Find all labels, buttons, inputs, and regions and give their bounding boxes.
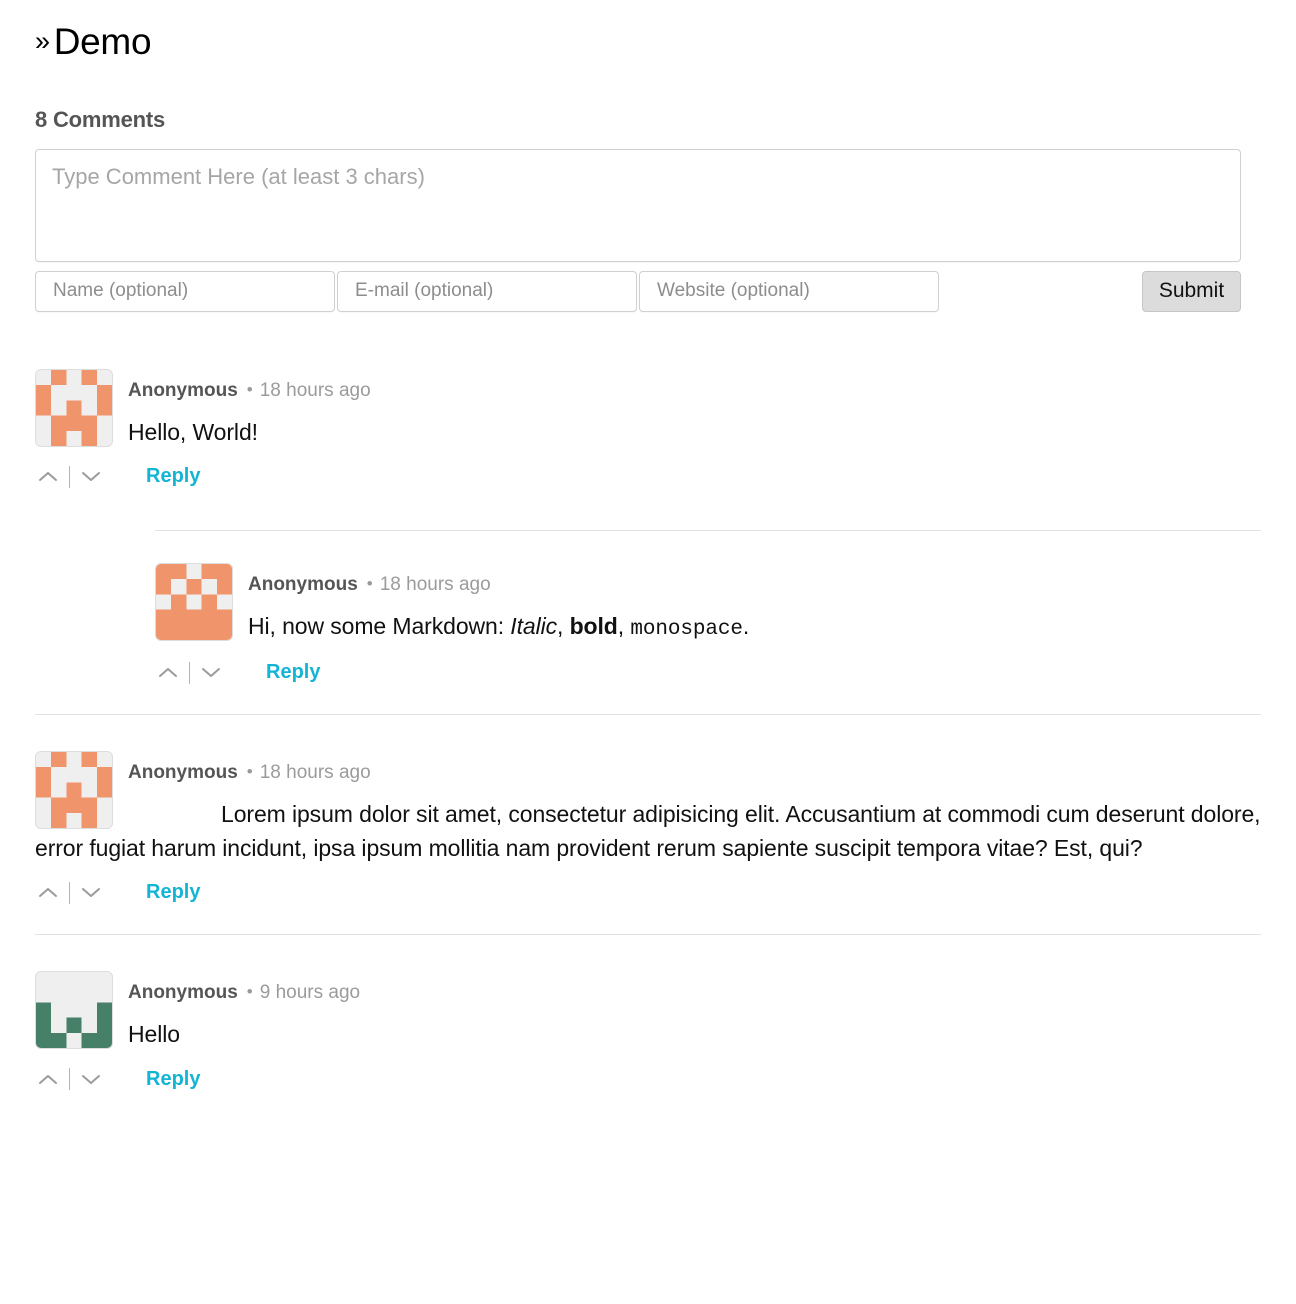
breadcrumb-chevron-icon: »	[35, 26, 50, 56]
nested-reply-container: Anonymous • 18 hours ago Hi, now some Markd…	[155, 563, 1261, 688]
comment-timestamp: 18 hours ago	[259, 379, 371, 401]
comment-meta-separator: •	[246, 379, 253, 399]
comment-thread: Anonymous • 18 hours ago Hello, World! Reply…	[35, 368, 1261, 1095]
identicon-avatar-orange-a	[35, 368, 113, 447]
comment-author: Anonymous	[128, 379, 238, 401]
comment-body: Anonymous • 18 hours ago Lorem ipsum dolor …	[35, 751, 1261, 865]
comment-header: Anonymous • 18 hours ago	[128, 369, 1261, 400]
comment-text: Lorem ipsum dolor sit amet, consectetur …	[35, 801, 1261, 861]
name-input[interactable]: Name (optional)	[35, 270, 335, 312]
comment-author: Anonymous	[248, 574, 358, 596]
comment-timestamp: 18 hours ago	[379, 574, 491, 596]
downvote-chevron-down-icon[interactable]	[78, 1068, 104, 1090]
identicon-avatar-orange-b	[155, 563, 233, 642]
reply-link[interactable]: Reply	[146, 1068, 200, 1091]
comment-count: 8 Comments	[35, 106, 166, 132]
comment-divider	[35, 934, 1261, 936]
markdown-plain: ,	[557, 613, 570, 640]
comment-textarea[interactable]: Type Comment Here (at least 3 chars)	[35, 148, 1241, 262]
comment-divider	[155, 530, 1261, 532]
reply-link[interactable]: Reply	[146, 465, 200, 488]
vote-controls	[35, 881, 104, 904]
upvote-chevron-up-icon[interactable]	[35, 1068, 61, 1090]
comment-meta-separator: •	[246, 982, 253, 1002]
comment-postbox: Type Comment Here (at least 3 chars) Nam…	[35, 148, 1241, 312]
vote-divider	[69, 1068, 70, 1090]
downvote-chevron-down-icon[interactable]	[78, 466, 104, 488]
postbox-meta-row: Name (optional) E-mail (optional) Websit…	[35, 270, 1241, 312]
comment-footer: Reply	[35, 465, 1261, 492]
vote-divider	[189, 661, 190, 684]
comment-divider	[35, 714, 1261, 716]
identicon-avatar-green	[35, 971, 113, 1050]
upvote-chevron-up-icon[interactable]	[35, 882, 61, 904]
submit-button[interactable]: Submit	[1142, 270, 1241, 312]
comment-footer: Reply	[35, 881, 1261, 908]
comment-header: Anonymous • 18 hours ago	[248, 563, 1261, 594]
email-input-placeholder: E-mail (optional)	[355, 280, 494, 302]
comment-meta-separator: •	[246, 762, 253, 782]
comment-text: Hi, now some Markdown: Italic, bold, mon…	[248, 610, 1261, 645]
comment-reply: Anonymous • 18 hours ago Hi, now some Markd…	[155, 563, 1261, 688]
reply-link[interactable]: Reply	[146, 881, 200, 904]
page-title-text: Demo	[53, 21, 152, 62]
comment-author: Anonymous	[128, 762, 238, 784]
upvote-chevron-up-icon[interactable]	[35, 466, 61, 488]
comment-body: Anonymous • 9 hours ago Hello	[35, 971, 1261, 1051]
comment-meta-separator: •	[366, 574, 373, 594]
reply-link[interactable]: Reply	[266, 661, 320, 684]
email-input[interactable]: E-mail (optional)	[337, 270, 637, 312]
vote-controls	[155, 661, 224, 684]
comment-author: Anonymous	[128, 982, 238, 1004]
downvote-chevron-down-icon[interactable]	[198, 662, 224, 684]
comment: Anonymous • 18 hours ago Hello, World! Reply	[35, 368, 1261, 492]
comments-page: » Demo 8 Comments Type Comment Here (at l…	[0, 0, 1296, 1095]
markdown-code: monospace	[630, 618, 743, 642]
vote-controls	[35, 465, 104, 488]
comment-timestamp: 18 hours ago	[259, 762, 371, 784]
downvote-chevron-down-icon[interactable]	[78, 882, 104, 904]
vote-divider	[69, 881, 70, 904]
comment-textarea-placeholder: Type Comment Here (at least 3 chars)	[52, 163, 425, 189]
name-input-placeholder: Name (optional)	[53, 280, 189, 302]
comment: Anonymous • 9 hours ago Hello Reply	[35, 971, 1261, 1094]
markdown-plain: ,	[617, 613, 631, 640]
markdown-bold: bold	[569, 613, 618, 640]
comment-footer: Reply	[35, 1068, 1261, 1095]
identicon-avatar-orange-a	[35, 751, 113, 830]
markdown-plain: .	[742, 613, 750, 640]
comment-body: Anonymous • 18 hours ago Hi, now some Markd…	[155, 563, 1261, 645]
comment-text: Hello	[128, 1021, 180, 1048]
vote-controls	[35, 1068, 104, 1090]
markdown-italic: Italic	[510, 613, 557, 640]
website-input-placeholder: Website (optional)	[657, 280, 810, 302]
comment: Anonymous • 18 hours ago Lorem ipsum dolor …	[35, 751, 1261, 908]
website-input[interactable]: Website (optional)	[639, 270, 939, 312]
vote-divider	[69, 465, 70, 488]
upvote-chevron-up-icon[interactable]	[155, 662, 181, 684]
comment-footer: Reply	[155, 661, 1261, 688]
comment-header: Anonymous • 9 hours ago	[128, 971, 1261, 1002]
comment-timestamp: 9 hours ago	[259, 982, 361, 1004]
markdown-plain: Hi, now some Markdown:	[248, 613, 511, 640]
comment-body: Anonymous • 18 hours ago Hello, World!	[35, 368, 1261, 449]
comment-header: Anonymous • 18 hours ago	[128, 751, 1261, 782]
comment-text: Hello, World!	[128, 418, 258, 445]
page-title: » Demo	[35, 21, 1261, 63]
